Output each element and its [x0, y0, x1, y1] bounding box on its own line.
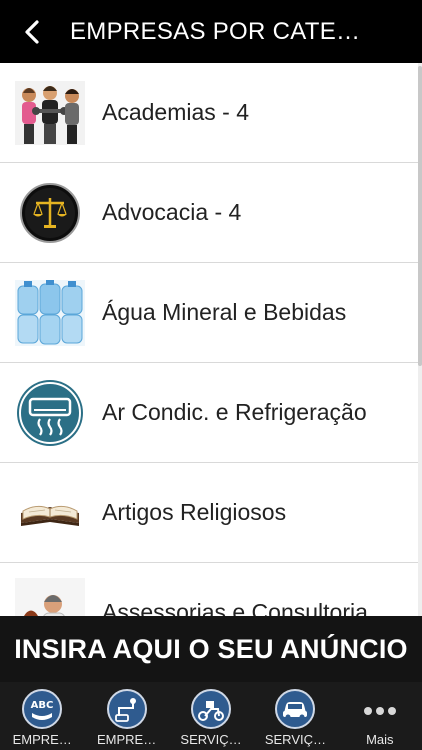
more-dots-icon — [359, 688, 401, 730]
air-conditioner-icon — [15, 378, 85, 448]
tab-label: SERVIÇ… — [264, 732, 326, 747]
car-icon — [274, 688, 316, 730]
tab-label: EMPRE… — [96, 732, 157, 747]
tab-more[interactable]: Mais — [338, 682, 422, 750]
map-route-icon — [106, 688, 148, 730]
list-item[interactable]: Ar Condic. e Refrigeração — [0, 363, 418, 463]
bottom-tab-bar: ABC EMPRE… EMPRE… SERVIÇ… SERVIÇ… Mais — [0, 682, 422, 750]
fitness-people-icon — [15, 78, 85, 148]
chevron-left-icon — [25, 19, 39, 44]
ad-banner-text: INSIRA AQUI O SEU ANÚNCIO — [14, 633, 408, 664]
tab-servicos-delivery[interactable]: SERVIÇ… — [169, 682, 253, 750]
tab-label: Mais — [366, 732, 394, 747]
list-item[interactable]: Academias - 4 — [0, 63, 418, 163]
advertisement-banner[interactable]: INSIRA AQUI O SEU ANÚNCIO — [0, 616, 422, 682]
list-item-label: Água Mineral e Bebidas — [102, 299, 347, 325]
abc-directory-icon: ABC — [21, 688, 63, 730]
list-item-label: Artigos Religiosos — [102, 499, 287, 525]
scales-of-justice-icon — [15, 178, 85, 248]
tab-servicos-car[interactable]: SERVIÇ… — [253, 682, 337, 750]
list-item-label: Academias - 4 — [102, 99, 250, 125]
tab-empresas-abc[interactable]: ABC EMPRE… — [0, 682, 84, 750]
motorbike-delivery-icon — [190, 688, 232, 730]
list-item[interactable]: Água Mineral e Bebidas — [0, 263, 418, 363]
list-item[interactable]: Artigos Religiosos — [0, 463, 418, 563]
list-item[interactable]: Advocacia - 4 — [0, 163, 418, 263]
list-item[interactable]: Assessorias e Consultoria — [0, 563, 418, 616]
svg-text:ABC: ABC — [31, 700, 54, 711]
tab-empresas-map[interactable]: EMPRE… — [84, 682, 168, 750]
category-list[interactable]: Academias - 4 Advocacia - 4 Água Mineral… — [0, 63, 418, 616]
tab-label: SERVIÇ… — [180, 732, 242, 747]
list-item-label: Ar Condic. e Refrigeração — [102, 399, 367, 425]
bible-book-icon — [15, 478, 85, 548]
water-jugs-icon — [15, 278, 85, 348]
page-title: EMPRESAS POR CATE… — [70, 17, 361, 45]
business-people-icon — [15, 577, 85, 616]
tab-label: EMPRE… — [12, 732, 72, 747]
scrollbar-thumb[interactable] — [418, 66, 422, 366]
top-navigation-bar: EMPRESAS POR CATE… — [0, 0, 422, 63]
list-item-label: Advocacia - 4 — [102, 199, 242, 225]
back-button[interactable] — [0, 0, 64, 63]
list-item-label: Assessorias e Consultoria — [102, 599, 368, 616]
